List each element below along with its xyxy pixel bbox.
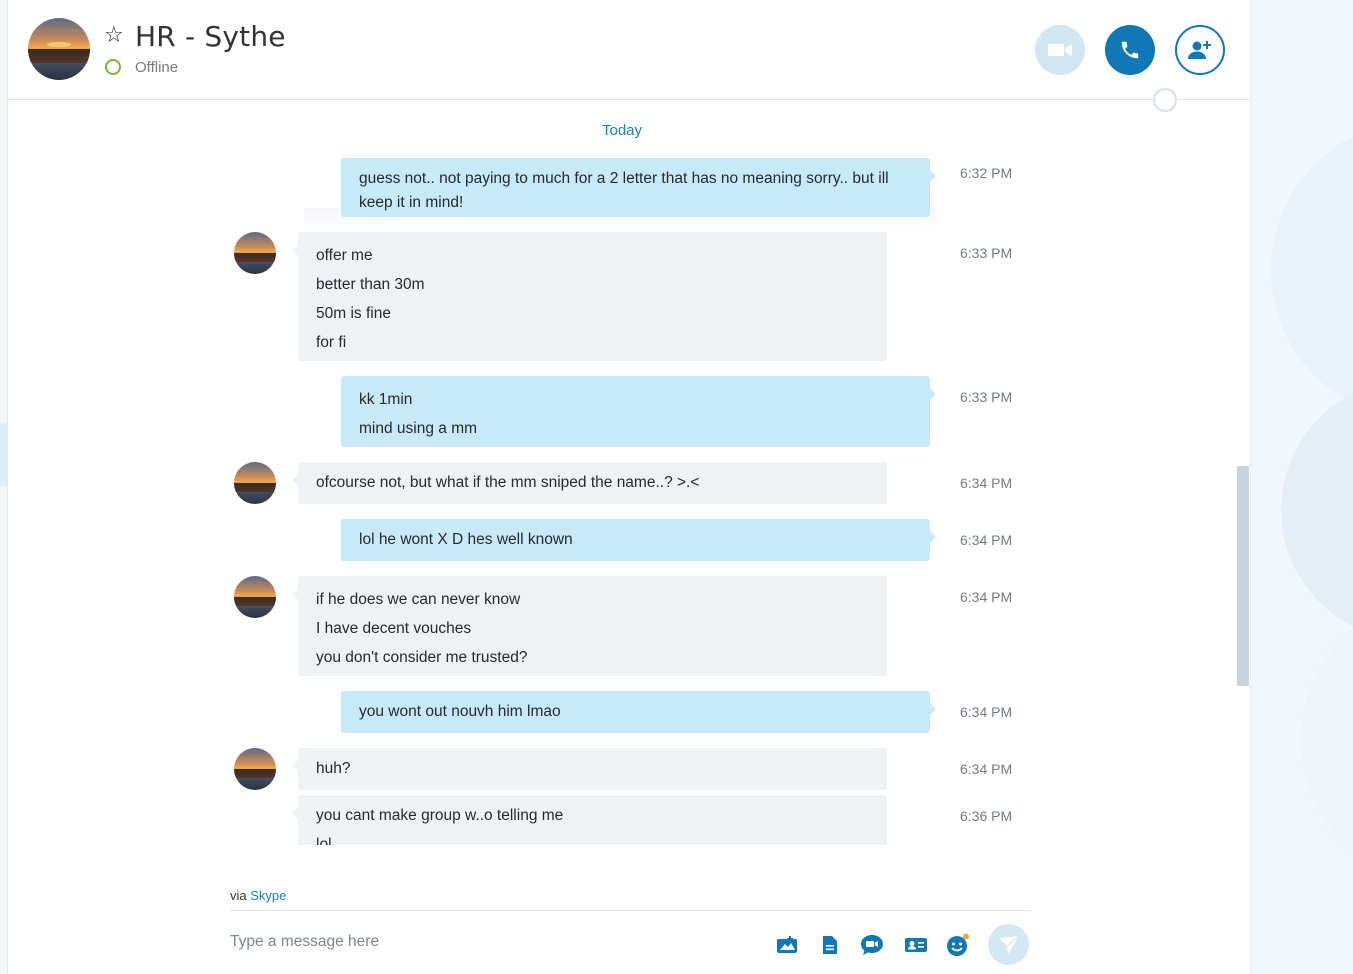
video-call-button[interactable] bbox=[1035, 25, 1085, 75]
skype-link[interactable]: Skype bbox=[250, 888, 286, 903]
via-skype-label: via Skype bbox=[230, 888, 286, 903]
via-prefix: via bbox=[230, 888, 247, 903]
message-text: lol he wont X D hes well known bbox=[359, 531, 573, 548]
message-time: 6:33 PM bbox=[960, 245, 1013, 261]
message-time: 6:34 PM bbox=[960, 589, 1013, 605]
add-person-icon bbox=[1188, 41, 1211, 59]
date-divider: Today bbox=[602, 122, 643, 139]
sender-avatar[interactable] bbox=[234, 462, 276, 504]
message-time: 6:34 PM bbox=[960, 475, 1013, 491]
message-bubble-outgoing[interactable]: guess not.. not paying to much for a 2 l… bbox=[341, 158, 936, 217]
add-people-button[interactable] bbox=[1175, 25, 1225, 75]
message-bubble-incoming[interactable]: offer me better than 30m 50m is fine for… bbox=[292, 232, 887, 361]
message-time: 6:36 PM bbox=[960, 808, 1013, 824]
message-text: you don't consider me trusted? bbox=[316, 649, 528, 666]
contact-card-icon bbox=[905, 938, 927, 952]
message-time: 6:34 PM bbox=[960, 704, 1013, 720]
message-bubble-incoming[interactable]: ofcourse not, but what if the mm sniped … bbox=[292, 462, 887, 504]
message-text: I have decent vouches bbox=[316, 620, 472, 637]
contact-status: Offline bbox=[135, 59, 179, 76]
contact-name[interactable]: HR - Sythe bbox=[135, 20, 286, 53]
message-text: mind using a mm bbox=[359, 420, 478, 437]
media-icon bbox=[777, 936, 797, 953]
message-text: if he does we can never know bbox=[316, 591, 521, 608]
message-bubble-incoming[interactable]: you cant make group w..o telling me lol bbox=[292, 795, 887, 845]
composer-divider bbox=[230, 910, 1030, 911]
message-bubble-outgoing[interactable]: lol he wont X D hes well known bbox=[341, 519, 936, 561]
message-text: guess not.. not paying to much for a 2 l… bbox=[359, 170, 889, 211]
message-bubble-outgoing[interactable]: kk 1min mind using a mm bbox=[341, 376, 936, 447]
send-contact-button[interactable] bbox=[904, 934, 928, 956]
background-circle bbox=[1281, 380, 1353, 640]
right-panel bbox=[1250, 0, 1353, 974]
phone-icon bbox=[1121, 41, 1139, 59]
emoticon-icon bbox=[947, 933, 969, 956]
message-time: 6:32 PM bbox=[960, 165, 1013, 181]
send-icon bbox=[998, 934, 1019, 954]
message-time: 6:34 PM bbox=[960, 532, 1013, 548]
left-panel-edge bbox=[0, 0, 8, 974]
audio-call-button[interactable] bbox=[1105, 25, 1155, 75]
message-text: kk 1min bbox=[359, 391, 413, 408]
message-text: you cant make group w..o telling me bbox=[316, 807, 564, 824]
message-text: 50m is fine bbox=[316, 305, 391, 322]
sender-avatar[interactable] bbox=[234, 232, 276, 274]
message-time: 6:33 PM bbox=[960, 389, 1013, 405]
emoticon-button[interactable] bbox=[946, 933, 970, 956]
message-time: 6:34 PM bbox=[960, 761, 1013, 777]
message-list: Today guess not.. not paying to much for… bbox=[8, 100, 1237, 845]
send-button[interactable] bbox=[988, 924, 1029, 965]
message-text: better than 30m bbox=[316, 276, 425, 293]
message-bubble-incoming[interactable]: if he does we can never know I have dece… bbox=[292, 576, 887, 676]
status-indicator-icon bbox=[105, 59, 121, 75]
favorite-star-icon[interactable]: ☆ bbox=[104, 25, 126, 47]
message-input[interactable] bbox=[230, 930, 750, 954]
message-text: lol bbox=[316, 836, 332, 845]
contact-avatar[interactable] bbox=[28, 18, 90, 80]
message-bubble-outgoing[interactable]: you wont out nouvh him lmao bbox=[341, 691, 936, 733]
sender-avatar[interactable] bbox=[234, 748, 276, 790]
background-circle bbox=[1301, 590, 1353, 890]
send-media-button[interactable] bbox=[775, 934, 799, 956]
message-bubble-incoming[interactable]: huh? bbox=[292, 748, 887, 790]
message-text: you wont out nouvh him lmao bbox=[359, 703, 561, 720]
video-message-icon bbox=[861, 935, 883, 955]
file-icon bbox=[823, 936, 837, 954]
message-text: for fi bbox=[316, 334, 347, 351]
background-circle bbox=[1271, 120, 1353, 420]
message-text: ofcourse not, but what if the mm sniped … bbox=[316, 474, 700, 491]
message-text: offer me bbox=[316, 247, 373, 264]
message-scrollbar[interactable] bbox=[1237, 466, 1249, 686]
video-call-icon bbox=[1048, 44, 1072, 56]
send-file-button[interactable] bbox=[818, 934, 842, 956]
message-text: huh? bbox=[316, 760, 351, 777]
sender-avatar[interactable] bbox=[234, 576, 276, 618]
left-panel-accent bbox=[0, 422, 7, 486]
video-message-button[interactable] bbox=[860, 934, 884, 956]
chat-header: ☆ HR - Sythe Offline bbox=[8, 0, 1250, 112]
